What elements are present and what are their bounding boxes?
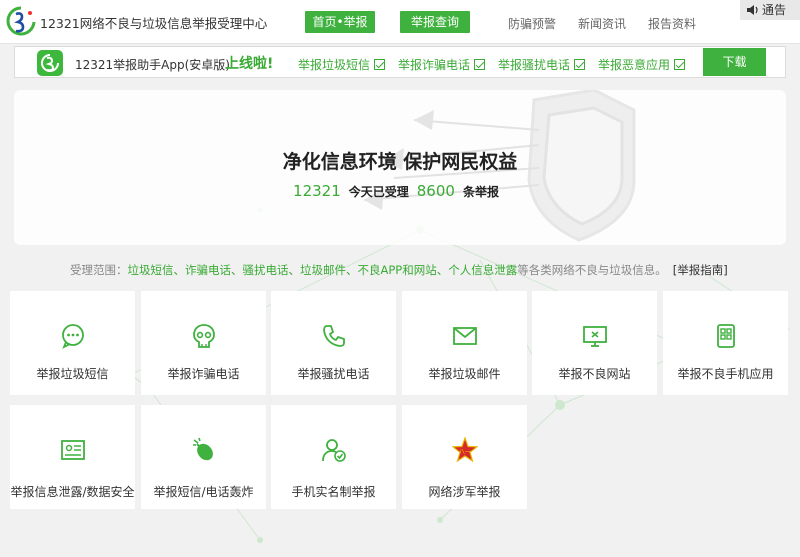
card-phone-realname[interactable]: 手机实名制举报 [271, 405, 396, 509]
army-star-icon: 八一 [452, 437, 478, 463]
skull-icon [193, 324, 215, 348]
nav-reports[interactable]: 报告资料 [648, 15, 696, 32]
hero-slogan: 净化信息环境 保护网民权益 [282, 151, 518, 173]
check-icon [474, 59, 486, 70]
feature-spam-sms: 举报垃圾短信 [298, 56, 386, 73]
app-logo-icon [41, 54, 59, 72]
stat-unit: 条举报 [462, 185, 499, 199]
svg-text:八一: 八一 [459, 449, 471, 456]
feature-fraud-call: 举报诈骗电话 [398, 56, 486, 73]
phone-icon [323, 325, 345, 347]
card-label: 举报信息泄露/数据安全 [10, 485, 135, 499]
site-title[interactable]: 12321网络不良与垃圾信息举报受理中心 [40, 13, 267, 32]
id-card-icon [61, 440, 85, 460]
card-label: 举报不良手机应用 [677, 367, 774, 381]
card-label: 手机实名制举报 [291, 485, 376, 499]
app-online-label: 上线啦! [225, 56, 274, 72]
site-logo-icon[interactable] [6, 5, 36, 39]
stat-label: 今天已受理 [348, 185, 409, 199]
card-label: 举报垃圾邮件 [428, 367, 501, 381]
nav-report-query-button[interactable]: 举报查询 [400, 11, 470, 33]
nav-news[interactable]: 新闻资讯 [578, 15, 626, 32]
top-header: 12321网络不良与垃圾信息举报受理中心 首页•举报 举报查询 防骗预警 新闻资… [0, 0, 800, 44]
scope-items: 垃圾短信、诈骗电话、骚扰电话、垃圾邮件、不良APP和网站、个人信息泄露 [127, 263, 518, 277]
check-icon [374, 59, 386, 70]
card-spam-sms[interactable]: 举报垃圾短信 [10, 291, 135, 395]
card-label: 举报垃圾短信 [36, 367, 109, 381]
feature-malicious-app: 举报恶意应用 [598, 56, 686, 73]
app-promo-bar: 12321举报助手App(安卓版) 上线啦! 举报垃圾短信 举报诈骗电话 举报骚… [14, 46, 786, 78]
check-icon [674, 59, 686, 70]
check-icon [574, 59, 586, 70]
user-check-icon [322, 439, 346, 462]
hero-stats: 12321 今天已受理 8600 条举报 [14, 182, 786, 200]
mobile-app-icon [717, 324, 735, 348]
card-bad-app[interactable]: 举报不良手机应用 [663, 291, 788, 395]
card-label: 举报短信/电话轰炸 [153, 485, 254, 499]
card-label: 举报诈骗电话 [167, 367, 240, 381]
feature-harass-call: 举报骚扰电话 [498, 56, 586, 73]
card-bad-website[interactable]: 举报不良网站 [532, 291, 657, 395]
monitor-icon [583, 326, 607, 347]
bomb-icon [193, 437, 213, 461]
card-harass-call[interactable]: 举报骚扰电话 [271, 291, 396, 395]
speaker-icon [747, 5, 758, 15]
scope-prefix: 受理范围： [70, 263, 128, 277]
scope-suffix: 等各类网络不良与垃圾信息。 [517, 263, 667, 277]
card-spam-mail[interactable]: 举报垃圾邮件 [402, 291, 527, 395]
card-info-leak[interactable]: 举报信息泄露/数据安全 [10, 405, 135, 509]
scope-line: 受理范围：垃圾短信、诈骗电话、骚扰电话、垃圾邮件、不良APP和网站、个人信息泄露… [70, 262, 728, 278]
card-sms-bombing[interactable]: 举报短信/电话轰炸 [141, 405, 266, 509]
card-fraud-call[interactable]: 举报诈骗电话 [141, 291, 266, 395]
notice-label: 通告 [762, 3, 787, 17]
report-guide-link[interactable]: [举报指南] [673, 263, 728, 277]
notice-button[interactable]: 通告 [740, 0, 800, 20]
card-military[interactable]: 八一 网络涉军举报 [402, 405, 527, 509]
card-label: 举报骚扰电话 [297, 367, 370, 381]
stat-count: 8600 [416, 182, 455, 200]
app-icon [37, 50, 63, 76]
card-label: 举报不良网站 [558, 367, 631, 381]
mail-icon [453, 327, 477, 345]
chat-bubble-icon [62, 324, 84, 349]
nav-home-report-button[interactable]: 首页•举报 [305, 11, 375, 33]
download-button[interactable]: 下载 [703, 48, 766, 76]
app-name: 12321举报助手App(安卓版) [75, 58, 230, 72]
card-label: 网络涉军举报 [428, 485, 501, 499]
stat-number: 12321 [293, 182, 341, 200]
hero-banner: 净化信息环境 保护网民权益 12321 今天已受理 8600 条举报 [14, 90, 786, 245]
nav-fraud-warning[interactable]: 防骗预警 [508, 15, 556, 32]
